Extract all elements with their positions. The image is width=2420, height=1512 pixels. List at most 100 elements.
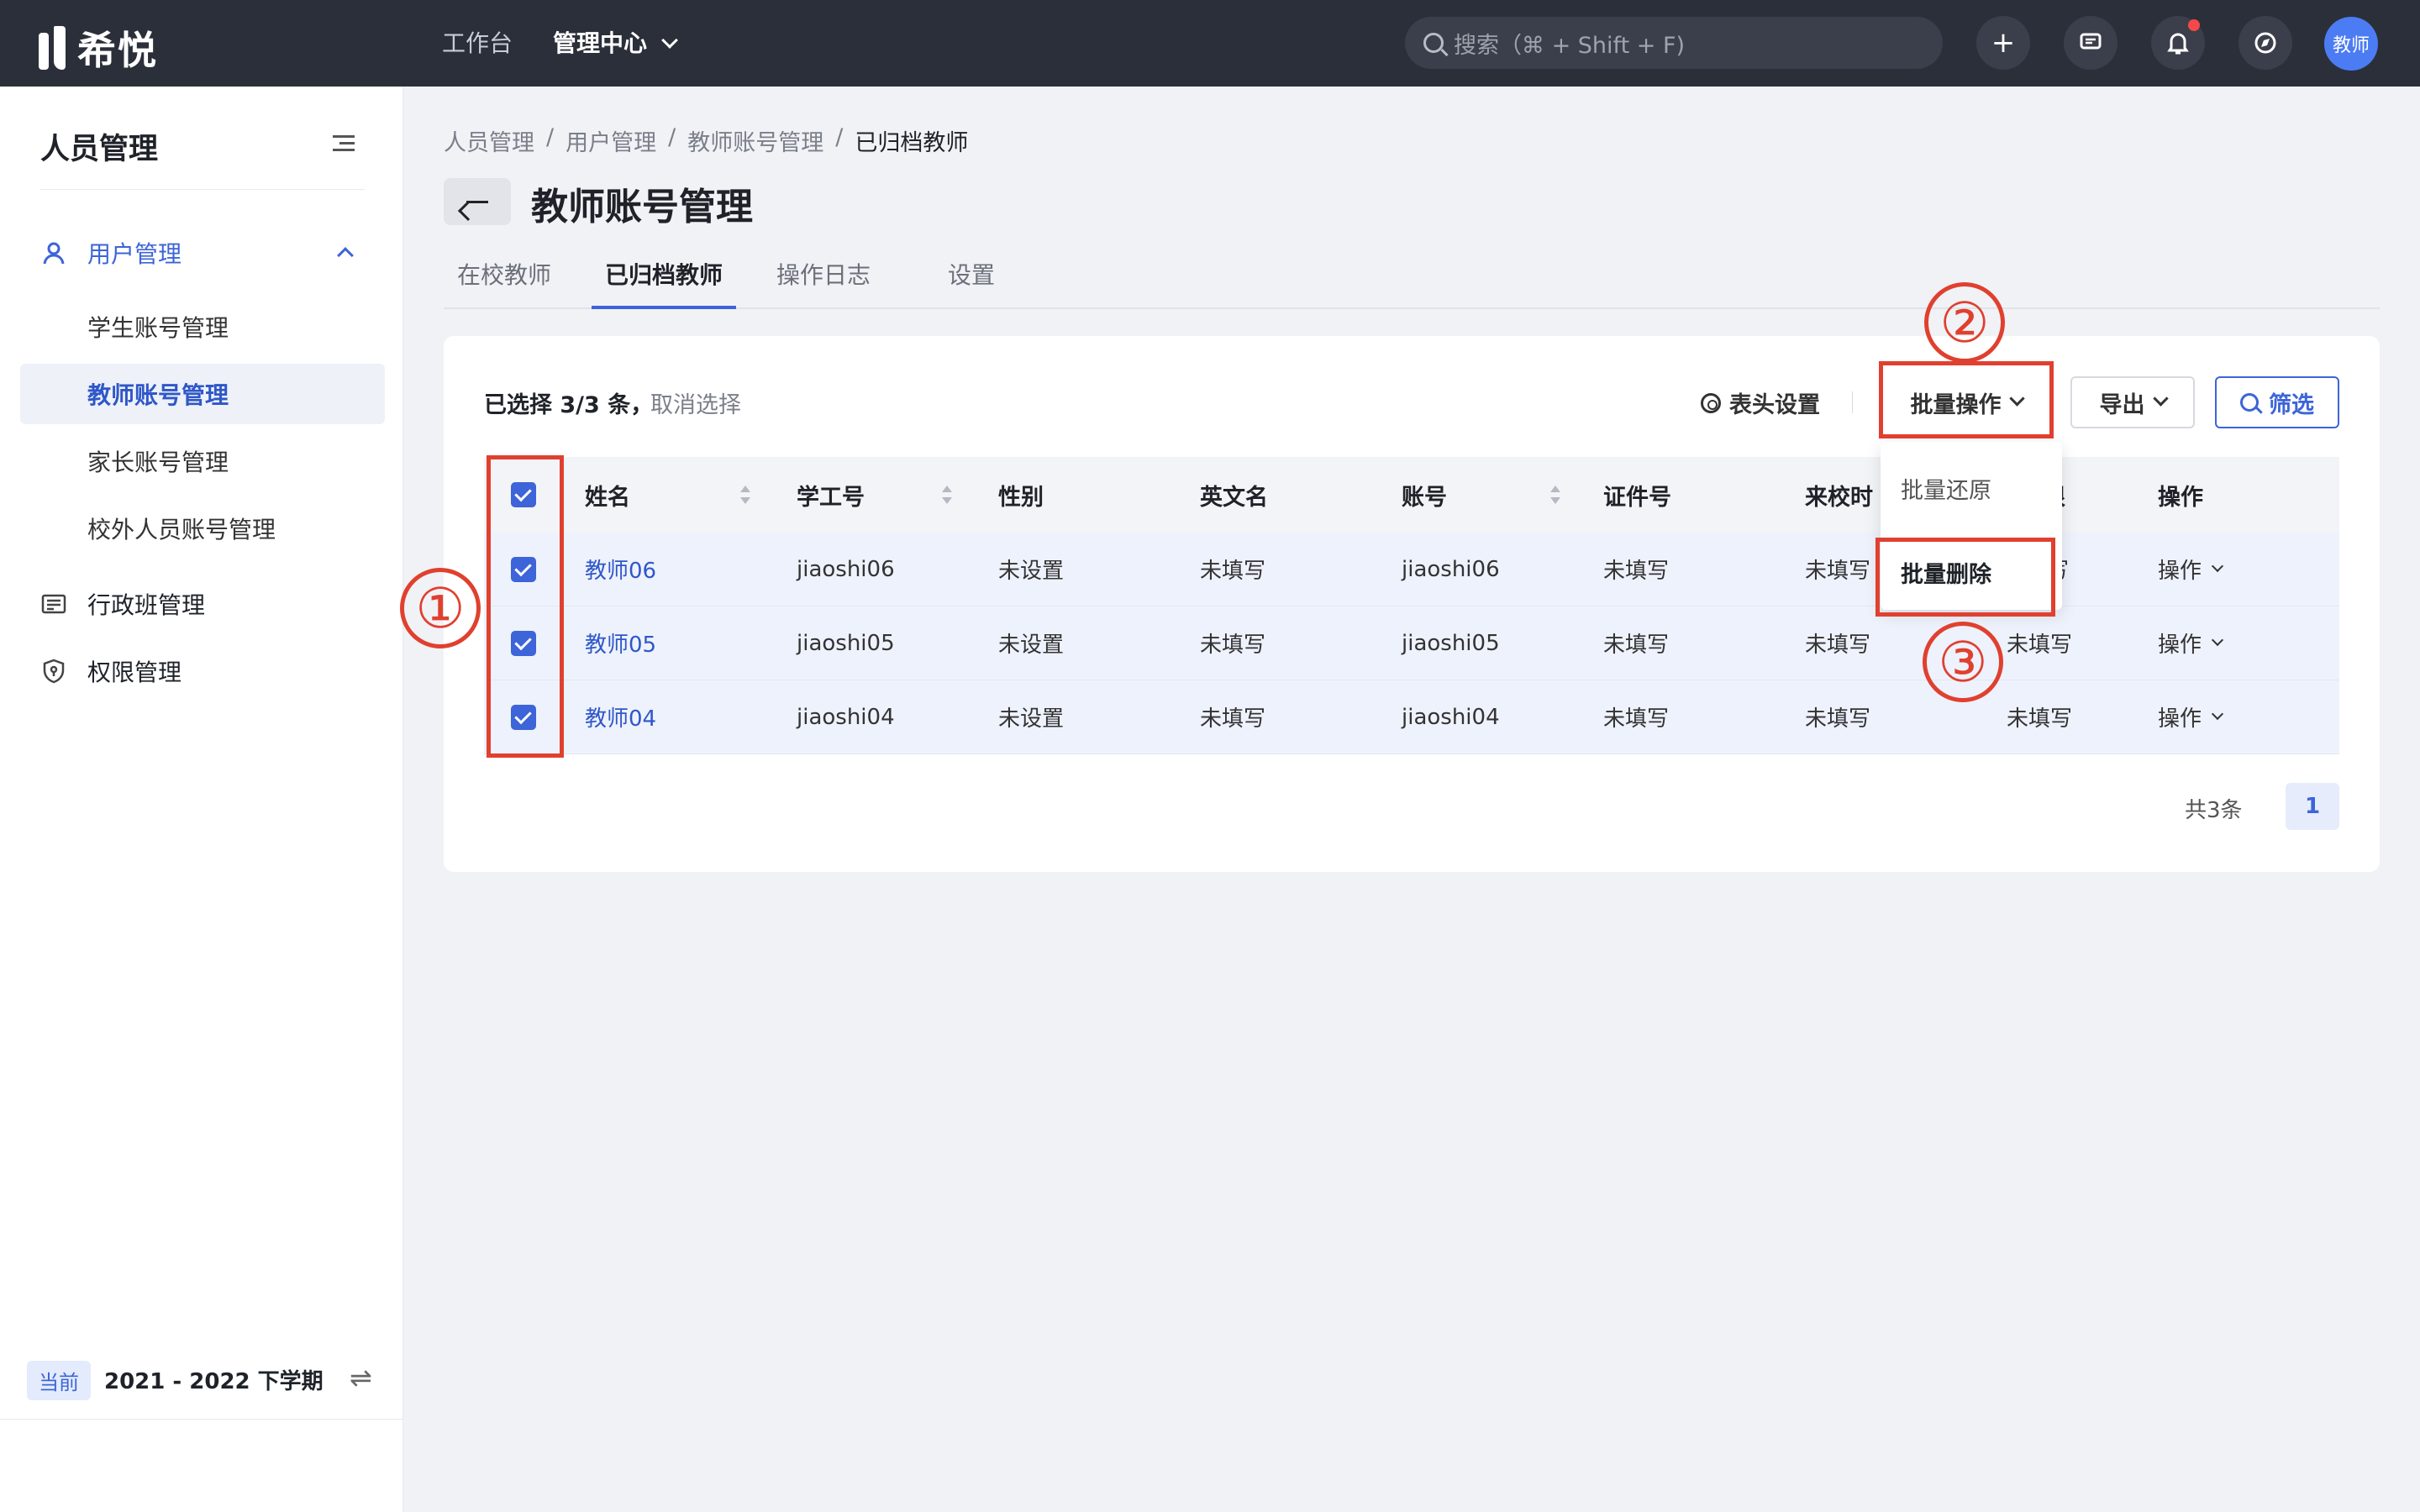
teacher-name-link[interactable]: 教师05 <box>585 606 656 680</box>
tab-archived-teachers[interactable]: 已归档教师 <box>605 257 723 291</box>
brand-name: 希悦 <box>77 28 158 73</box>
top-bar: 希悦 工作台 管理中心 搜索（⌘ + Shift + F) + 教师 <box>0 0 2420 87</box>
row-actions-menu[interactable]: 操作 <box>2158 680 2224 753</box>
sidebar-group-user-management[interactable]: 用户管理 <box>0 223 403 283</box>
sidebar-item-permissions[interactable]: 权限管理 <box>0 641 403 701</box>
col-gender: 性别 <box>998 484 1044 511</box>
col-actions: 操作 <box>2158 484 2203 511</box>
sidebar-divider <box>40 189 365 190</box>
row-actions-menu[interactable]: 操作 <box>2158 533 2224 606</box>
chat-icon <box>2080 33 2102 50</box>
filter-button[interactable]: 筛选 <box>2215 376 2339 428</box>
search-icon <box>2240 393 2259 412</box>
sidebar-item-parent-accounts[interactable]: 家长账号管理 <box>0 431 403 491</box>
tab-operation-log[interactable]: 操作日志 <box>776 257 871 291</box>
export-label: 导出 <box>2099 391 2145 418</box>
sort-icon[interactable] <box>1549 484 1560 506</box>
collapse-sidebar-icon[interactable] <box>333 135 355 152</box>
breadcrumb-item[interactable]: 教师账号管理 <box>687 124 823 157</box>
nav-admin-center[interactable]: 管理中心 <box>553 25 678 59</box>
sidebar-item-label: 家长账号管理 <box>87 449 229 476</box>
col-name[interactable]: 姓名 <box>585 457 750 533</box>
annotation-number-1: ① <box>400 568 481 648</box>
row-actions-label: 操作 <box>2158 633 2202 658</box>
annotation-number-2: ② <box>1924 282 2005 363</box>
nav-workbench[interactable]: 工作台 <box>442 25 513 59</box>
active-tab-indicator <box>592 306 736 309</box>
plus-icon: + <box>1991 26 2016 60</box>
sidebar-title: 人员管理 <box>40 133 159 166</box>
row-actions-label: 操作 <box>2158 706 2202 732</box>
search-placeholder: 搜索（⌘ + Shift + F) <box>1454 32 1686 59</box>
batch-restore-option[interactable]: 批量还原 <box>1901 472 1991 505</box>
page-title: 教师账号管理 <box>531 186 753 228</box>
col-join-date: 来校时 <box>1805 484 1873 511</box>
pagination-total: 共3条 <box>2185 798 2243 823</box>
breadcrumb-separator: / <box>835 124 844 150</box>
annotation-box-checkboxes <box>487 455 564 758</box>
sidebar-item-student-accounts[interactable]: 学生账号管理 <box>0 297 403 357</box>
col-cert-id: 证件号 <box>1603 484 1671 511</box>
cancel-selection-link[interactable]: 取消选择 <box>650 386 741 419</box>
add-button[interactable]: + <box>1976 16 2030 70</box>
user-icon <box>43 242 65 265</box>
chevron-down-icon <box>2211 707 2224 720</box>
years: 未填写 <box>2007 633 2073 658</box>
header-settings-button[interactable]: 表头设置 <box>1701 386 1820 419</box>
sidebar-group-label: 用户管理 <box>87 240 182 268</box>
filter-label: 筛选 <box>2269 391 2314 418</box>
sidebar-item-label: 学生账号管理 <box>87 314 229 342</box>
breadcrumb-item[interactable]: 用户管理 <box>566 124 656 157</box>
sidebar: 人员管理 用户管理 学生账号管理 教师账号管理 家长账号管理 校外人员账号管理 … <box>0 87 403 1512</box>
export-button[interactable]: 导出 <box>2070 376 2195 428</box>
cert-id: 未填写 <box>1603 633 1670 658</box>
tab-settings[interactable]: 设置 <box>948 257 995 291</box>
back-button[interactable] <box>444 178 511 225</box>
sidebar-item-label: 校外人员账号管理 <box>87 516 276 543</box>
tab-active-teachers[interactable]: 在校教师 <box>457 257 551 291</box>
column-header: 账号 <box>1402 484 1447 511</box>
avatar[interactable]: 教师 <box>2324 17 2378 71</box>
sidebar-item-external-accounts[interactable]: 校外人员账号管理 <box>0 498 403 559</box>
annotation-box-batch-ops <box>1879 361 2054 438</box>
cert-id: 未填写 <box>1603 706 1670 732</box>
logo-mark-icon <box>39 26 69 70</box>
row-actions-menu[interactable]: 操作 <box>2158 606 2224 680</box>
sidebar-item-teacher-accounts[interactable]: 教师账号管理 <box>20 364 385 424</box>
search-icon <box>1423 33 1444 53</box>
teacher-name-link[interactable]: 教师06 <box>585 533 656 606</box>
column-header: 学工号 <box>797 484 865 511</box>
help-button[interactable] <box>2238 16 2292 70</box>
sort-icon[interactable] <box>941 484 952 506</box>
notifications-button[interactable] <box>2151 16 2205 70</box>
col-staff-id[interactable]: 学工号 <box>797 457 952 533</box>
sidebar-item-admin-class[interactable]: 行政班管理 <box>0 574 403 634</box>
messages-button[interactable] <box>2064 16 2118 70</box>
sidebar-item-label: 权限管理 <box>87 659 182 686</box>
pagination-page-1[interactable]: 1 <box>2286 783 2339 830</box>
sidebar-footer-divider <box>0 1419 403 1420</box>
gender: 未设置 <box>998 633 1065 658</box>
col-english-name: 英文名 <box>1200 484 1268 511</box>
header-settings-label: 表头设置 <box>1729 392 1820 418</box>
gender: 未设置 <box>998 706 1065 732</box>
swap-term-icon[interactable]: ⇌ <box>350 1362 372 1394</box>
bell-icon <box>2167 33 2189 55</box>
arrow-left-icon <box>466 200 488 203</box>
chevron-down-icon <box>2211 559 2224 572</box>
table-row[interactable]: 教师04 jiaoshi04 未设置 未填写 jiaoshi04 未填写 未填写… <box>484 680 2339 754</box>
global-search[interactable]: 搜索（⌘ + Shift + F) <box>1405 17 1943 69</box>
table-row[interactable]: 教师05 jiaoshi05 未设置 未填写 jiaoshi05 未填写 未填写… <box>484 606 2339 680</box>
brand-logo[interactable]: 希悦 <box>39 20 158 76</box>
teacher-name-link[interactable]: 教师04 <box>585 680 656 753</box>
sort-icon[interactable] <box>739 484 750 506</box>
selection-count: 已选择 3/3 条， <box>484 392 654 418</box>
chevron-down-icon <box>2211 633 2224 646</box>
col-account[interactable]: 账号 <box>1402 457 1560 533</box>
breadcrumb-item[interactable]: 人员管理 <box>444 124 534 157</box>
account: jiaoshi04 <box>1402 704 1500 730</box>
chevron-down-icon <box>2152 390 2169 407</box>
staff-id: jiaoshi05 <box>797 630 895 656</box>
english-name: 未填写 <box>1200 706 1266 732</box>
join-date: 未填写 <box>1805 706 1871 732</box>
